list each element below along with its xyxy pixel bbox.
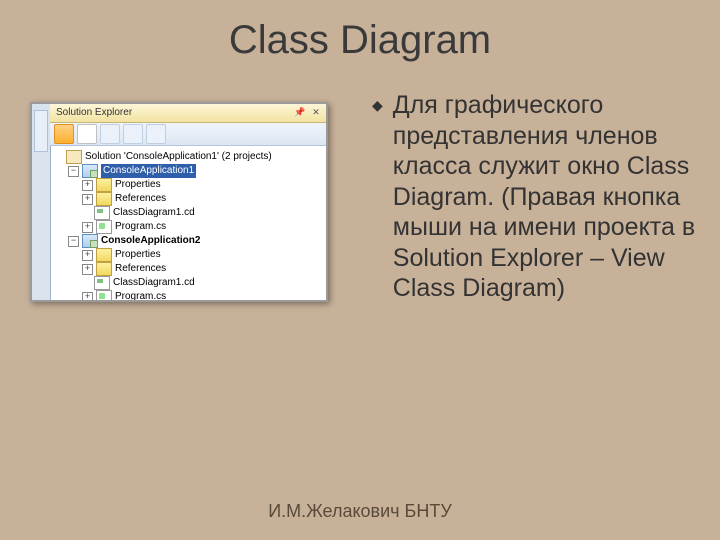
tree-item-row[interactable]: + Properties: [54, 178, 322, 192]
expand-icon[interactable]: +: [82, 292, 93, 303]
tree-solution-row[interactable]: Solution 'ConsoleApplication1' (2 projec…: [54, 150, 322, 164]
tree-project-row[interactable]: − ConsoleApplication2: [54, 234, 322, 248]
folder-icon: [96, 178, 112, 192]
docked-tab-strip: [32, 104, 51, 300]
slide-footer: И.М.Желакович БНТУ: [0, 501, 720, 522]
tree-item-row[interactable]: ClassDiagram1.cd: [54, 276, 322, 290]
explorer-toolbar: [50, 123, 326, 146]
collapse-icon[interactable]: −: [68, 166, 79, 177]
collapse-icon[interactable]: −: [68, 236, 79, 247]
item-label: Properties: [115, 178, 161, 192]
pane-titlebar: Solution Explorer 📌 ✕: [50, 104, 326, 123]
project-icon: [82, 164, 98, 178]
classdiagram-icon: [94, 206, 110, 220]
project-label: ConsoleApplication2: [101, 234, 200, 248]
solution-label: Solution 'ConsoleApplication1' (2 projec…: [85, 150, 272, 164]
pin-icon[interactable]: 📌: [294, 106, 306, 118]
project-label: ConsoleApplication1: [101, 164, 196, 178]
tree-item-row[interactable]: + References: [54, 192, 322, 206]
expand-icon[interactable]: +: [82, 250, 93, 261]
docked-tab[interactable]: [34, 110, 48, 152]
solution-tree[interactable]: Solution 'ConsoleApplication1' (2 projec…: [50, 146, 326, 302]
folder-icon: [96, 262, 112, 276]
toolbar-button-refresh[interactable]: [100, 124, 120, 144]
csharp-icon: [96, 290, 112, 302]
body-paragraph: Для графического представления членов кл…: [393, 90, 700, 304]
tree-item-row[interactable]: + Program.cs: [54, 220, 322, 234]
toolbar-button-properties[interactable]: [77, 124, 97, 144]
body-text: ◆ Для графического представления членов …: [372, 90, 700, 304]
item-label: ClassDiagram1.cd: [113, 206, 195, 220]
expand-icon[interactable]: +: [82, 180, 93, 191]
folder-icon: [96, 248, 112, 262]
tree-project-row[interactable]: − ConsoleApplication1: [54, 164, 322, 178]
item-label: References: [115, 262, 166, 276]
item-label: References: [115, 192, 166, 206]
tree-item-row[interactable]: + References: [54, 262, 322, 276]
folder-icon: [96, 192, 112, 206]
close-icon[interactable]: ✕: [310, 106, 322, 118]
expand-icon[interactable]: +: [82, 194, 93, 205]
slide-title: Class Diagram: [0, 18, 720, 63]
expand-icon[interactable]: +: [82, 222, 93, 233]
screenshot-panel: Solution Explorer 📌 ✕ Solution 'ConsoleA…: [30, 102, 328, 302]
expand-icon[interactable]: +: [82, 264, 93, 275]
item-label: Properties: [115, 248, 161, 262]
classdiagram-icon: [94, 276, 110, 290]
tree-item-row[interactable]: + Properties: [54, 248, 322, 262]
tree-item-row[interactable]: ClassDiagram1.cd: [54, 206, 322, 220]
tree-item-row[interactable]: + Program.cs: [54, 290, 322, 302]
solution-icon: [66, 150, 82, 164]
toolbar-button-view[interactable]: [146, 124, 166, 144]
csharp-icon: [96, 220, 112, 234]
toolbar-button-showall[interactable]: [123, 124, 143, 144]
project-icon: [82, 234, 98, 248]
toolbar-button-home[interactable]: [54, 124, 74, 144]
item-label: ClassDiagram1.cd: [113, 276, 195, 290]
item-label: Program.cs: [115, 290, 166, 302]
pane-title-text: Solution Explorer: [56, 107, 132, 118]
item-label: Program.cs: [115, 220, 166, 234]
bullet-diamond-icon: ◆: [372, 90, 383, 304]
